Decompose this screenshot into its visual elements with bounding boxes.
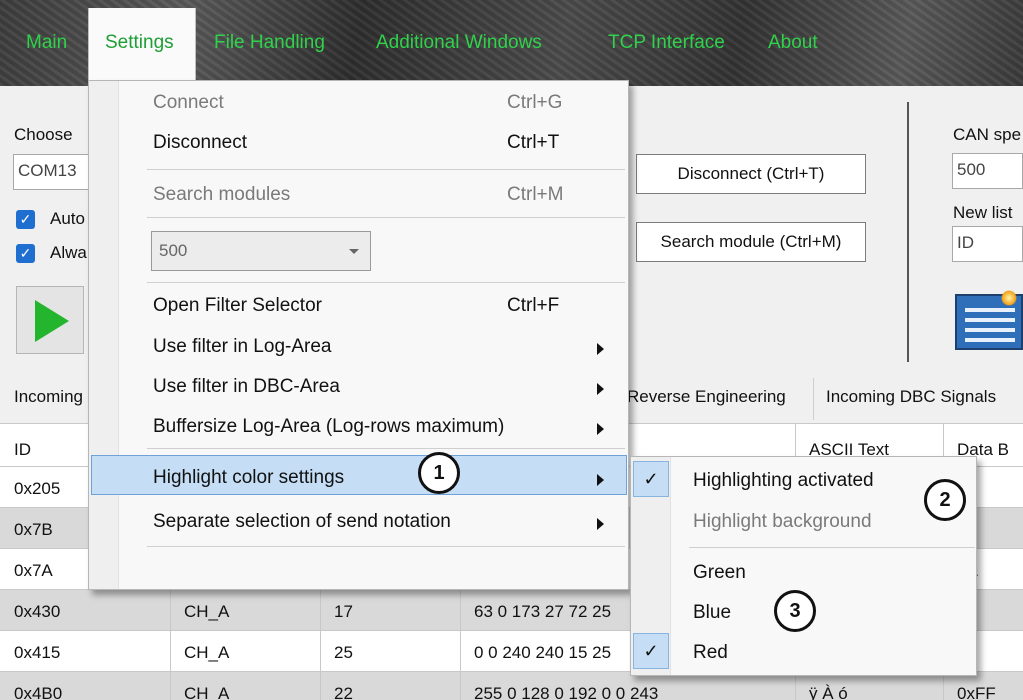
- annotation-badge-2: 2: [924, 479, 966, 521]
- menu-green[interactable]: Green: [631, 562, 976, 588]
- disconnect-button[interactable]: Disconnect (Ctrl+T): [636, 154, 866, 194]
- menu-use-filter-dbc-area[interactable]: Use filter in DBC-Area: [89, 376, 628, 402]
- choose-port-label: Choose: [14, 125, 73, 144]
- chevron-right-icon: [597, 343, 604, 355]
- menu-buffersize-log-area[interactable]: Buffersize Log-Area (Log-rows maximum): [89, 416, 628, 442]
- chevron-right-icon: [597, 474, 604, 486]
- menu-separate-send-notation[interactable]: Separate selection of send notation: [89, 511, 628, 537]
- glow-icon: [1001, 290, 1017, 306]
- highlight-submenu: ✓ Highlighting activated Highlight backg…: [630, 456, 977, 676]
- new-list-label: New list: [953, 203, 1013, 222]
- menu-additional-windows[interactable]: Additional Windows: [376, 32, 542, 54]
- auto-checkbox-label: Auto: [50, 209, 85, 228]
- new-list-input[interactable]: ID: [952, 226, 1023, 262]
- can-speed-combo[interactable]: 500: [151, 231, 371, 271]
- can-speed-label: CAN spe: [953, 125, 1022, 144]
- menu-red[interactable]: Red: [631, 642, 976, 668]
- menu-tcp-interface[interactable]: TCP Interface: [608, 32, 725, 54]
- tab-incoming-dbc-signals[interactable]: Incoming DBC Signals: [826, 372, 996, 424]
- menu-use-filter-log-area[interactable]: Use filter in Log-Area: [89, 336, 628, 362]
- chevron-down-icon: [349, 249, 359, 254]
- start-button[interactable]: [16, 286, 84, 354]
- menu-about[interactable]: About: [768, 32, 818, 54]
- tab-incoming[interactable]: Incoming: [14, 372, 83, 424]
- can-speed-input[interactable]: 500: [952, 153, 1023, 189]
- chevron-right-icon: [597, 423, 604, 435]
- menu-highlight-background[interactable]: Highlight background: [631, 511, 976, 537]
- menu-search-modules[interactable]: Search modules Ctrl+M: [89, 184, 628, 210]
- tab-reverse-engineering[interactable]: Reverse Engineering: [627, 372, 786, 424]
- list-icon[interactable]: [955, 290, 1023, 350]
- menu-connect[interactable]: Connect Ctrl+G: [89, 92, 628, 118]
- menu-settings[interactable]: Settings: [88, 8, 196, 86]
- menu-disconnect[interactable]: Disconnect Ctrl+T: [89, 132, 628, 158]
- app-window: Main Settings File Handling Additional W…: [0, 0, 1023, 700]
- always-checkbox-label: Alwa: [50, 243, 87, 262]
- port-input[interactable]: COM13: [13, 154, 93, 190]
- annotation-badge-3: 3: [774, 590, 816, 632]
- menu-main[interactable]: Main: [26, 32, 67, 54]
- always-checkbox[interactable]: ✓: [16, 244, 35, 263]
- chevron-right-icon: [597, 518, 604, 530]
- menu-open-filter-selector[interactable]: Open Filter Selector Ctrl+F: [89, 295, 628, 321]
- annotation-badge-1: 1: [418, 452, 460, 494]
- panel-divider: [907, 102, 909, 362]
- menu-highlight-color-settings[interactable]: Highlight color settings: [89, 467, 628, 493]
- settings-dropdown-menu: Connect Ctrl+G Disconnect Ctrl+T Search …: [88, 80, 629, 590]
- menubar: Main Settings File Handling Additional W…: [0, 0, 1023, 86]
- auto-checkbox[interactable]: ✓: [16, 210, 35, 229]
- play-icon: [35, 300, 69, 342]
- chevron-right-icon: [597, 383, 604, 395]
- menu-file-handling[interactable]: File Handling: [214, 32, 325, 54]
- search-module-button[interactable]: Search module (Ctrl+M): [636, 222, 866, 262]
